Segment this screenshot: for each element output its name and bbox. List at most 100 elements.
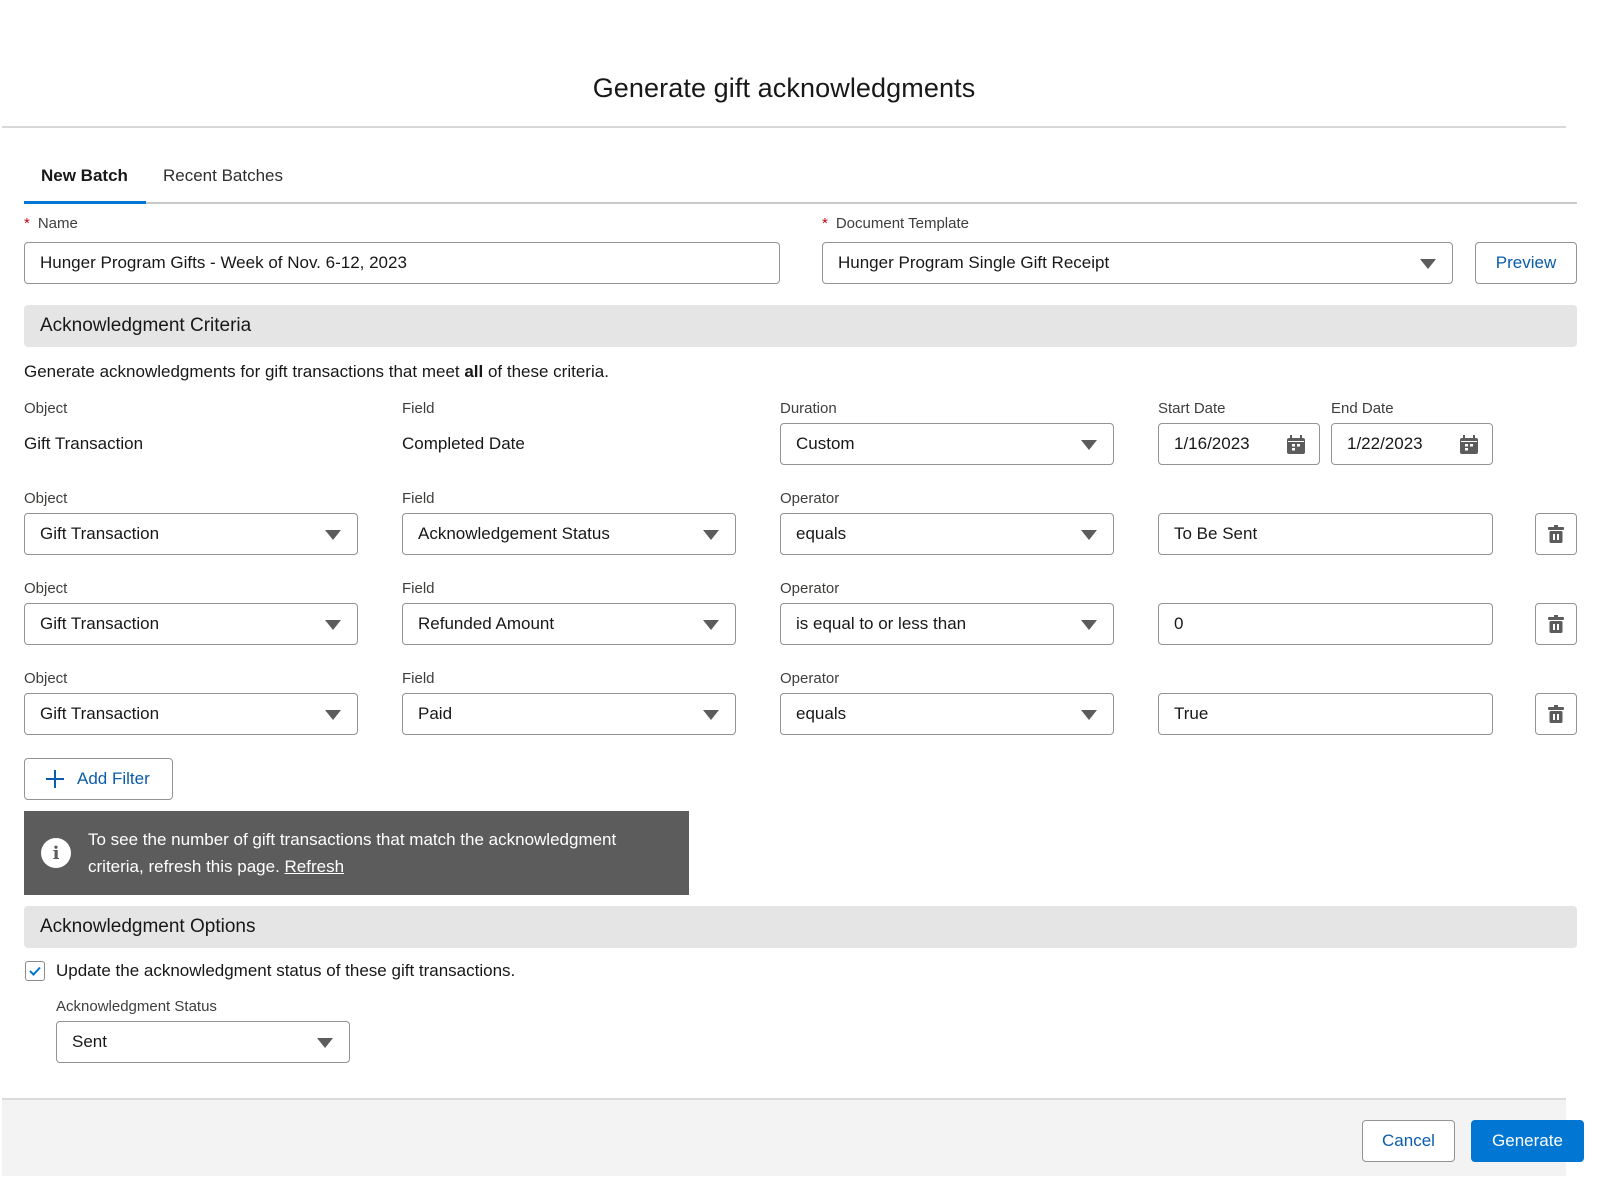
filter-object-value: Gift Transaction xyxy=(40,524,160,543)
filter-operator-select[interactable]: is equal to or less than xyxy=(780,603,1114,645)
document-template-label-text: Document Template xyxy=(835,215,969,232)
filter-object-select[interactable]: Gift Transaction xyxy=(24,513,358,555)
info-banner: i To see the number of gift transactions… xyxy=(24,811,689,895)
calendar-icon[interactable] xyxy=(1287,435,1305,454)
acknowledgment-criteria-header: Acknowledgment Criteria xyxy=(24,305,1577,347)
add-filter-label: Add Filter xyxy=(77,769,150,788)
name-input[interactable]: Hunger Program Gifts - Week of Nov. 6-12… xyxy=(24,242,780,284)
filter-operator-label: Operator xyxy=(780,670,840,687)
duration-select[interactable]: Custom xyxy=(780,423,1114,465)
plus-icon xyxy=(46,770,64,788)
filter-value: To Be Sent xyxy=(1174,524,1258,543)
active-tab-indicator xyxy=(24,201,146,204)
filter-object-label: Object xyxy=(24,670,68,687)
duration-value: Custom xyxy=(796,434,855,453)
criteria-description-post: of these criteria. xyxy=(483,362,609,381)
modal-header: Generate gift acknowledgments xyxy=(2,0,1566,128)
filter-value: 0 xyxy=(1174,614,1184,633)
required-marker: * xyxy=(24,215,30,232)
filter-value-input[interactable]: 0 xyxy=(1158,603,1493,645)
filter-operator-value: is equal to or less than xyxy=(796,614,967,633)
end-date-input[interactable]: 1/22/2023 xyxy=(1331,423,1493,465)
info-icon: i xyxy=(41,838,71,868)
end-date-value: 1/22/2023 xyxy=(1347,434,1423,453)
preview-button[interactable]: Preview xyxy=(1475,242,1577,284)
filter-operator-select[interactable]: equals xyxy=(780,693,1114,735)
start-date-label: Start Date xyxy=(1158,400,1226,417)
filter-object-select[interactable]: Gift Transaction xyxy=(24,603,358,645)
date-field-label: Field xyxy=(402,400,435,417)
refresh-link[interactable]: Refresh xyxy=(285,857,345,876)
acknowledgment-status-select[interactable]: Sent xyxy=(56,1021,350,1063)
chevron-down-icon xyxy=(1420,259,1436,269)
document-template-select[interactable]: Hunger Program Single Gift Receipt xyxy=(822,242,1453,284)
update-status-checkbox[interactable] xyxy=(25,961,45,981)
filter-object-select[interactable]: Gift Transaction xyxy=(24,693,358,735)
filter-field-label: Field xyxy=(402,670,435,687)
criteria-description: Generate acknowledgments for gift transa… xyxy=(24,362,609,382)
tab-bar: New Batch Recent Batches xyxy=(24,152,1577,204)
criteria-description-pre: Generate acknowledgments for gift transa… xyxy=(24,362,465,381)
acknowledgment-status-label: Acknowledgment Status xyxy=(56,998,217,1015)
chevron-down-icon xyxy=(325,710,341,720)
filter-value-input[interactable]: True xyxy=(1158,693,1493,735)
delete-filter-button[interactable] xyxy=(1535,603,1577,645)
document-template-label: * Document Template xyxy=(822,215,969,232)
chevron-down-icon xyxy=(317,1038,333,1048)
name-label-text: Name xyxy=(37,215,78,232)
generate-button[interactable]: Generate xyxy=(1471,1120,1584,1162)
tab-new-batch[interactable]: New Batch xyxy=(41,166,128,186)
filter-field-value: Acknowledgement Status xyxy=(418,524,610,543)
acknowledgment-options-header: Acknowledgment Options xyxy=(24,906,1577,948)
filter-field-select[interactable]: Refunded Amount xyxy=(402,603,736,645)
filter-field-value: Paid xyxy=(418,704,453,723)
modal-title: Generate gift acknowledgments xyxy=(592,73,976,103)
info-text: To see the number of gift transactions t… xyxy=(88,826,668,880)
delete-filter-button[interactable] xyxy=(1535,693,1577,735)
chevron-down-icon xyxy=(703,710,719,720)
generate-acknowledgments-modal: Generate gift acknowledgments New Batch … xyxy=(2,0,1584,1176)
chevron-down-icon xyxy=(1081,710,1097,720)
document-template-value: Hunger Program Single Gift Receipt xyxy=(838,253,1110,272)
filter-value-input[interactable]: To Be Sent xyxy=(1158,513,1493,555)
filter-field-label: Field xyxy=(402,580,435,597)
delete-filter-button[interactable] xyxy=(1535,513,1577,555)
checkmark-icon xyxy=(29,966,41,976)
criteria-description-bold: all xyxy=(464,362,484,381)
cancel-button[interactable]: Cancel xyxy=(1362,1120,1455,1162)
date-field-value: Completed Date xyxy=(402,434,525,453)
filter-object-label: Object xyxy=(24,580,68,597)
chevron-down-icon xyxy=(325,620,341,630)
filter-field-label: Field xyxy=(402,490,435,507)
date-object-value: Gift Transaction xyxy=(24,434,144,453)
filter-operator-select[interactable]: equals xyxy=(780,513,1114,555)
filter-field-value: Refunded Amount xyxy=(418,614,555,633)
chevron-down-icon xyxy=(703,620,719,630)
filter-operator-label: Operator xyxy=(780,490,840,507)
add-filter-button[interactable]: Add Filter xyxy=(24,758,173,800)
info-message: To see the number of gift transactions t… xyxy=(88,830,617,876)
duration-label: Duration xyxy=(780,400,837,417)
modal-footer: Cancel Generate xyxy=(2,1098,1584,1176)
filter-operator-value: equals xyxy=(796,704,847,723)
trash-icon xyxy=(1548,705,1564,723)
filter-field-select[interactable]: Paid xyxy=(402,693,736,735)
trash-icon xyxy=(1548,615,1564,633)
chevron-down-icon xyxy=(325,530,341,540)
date-object-label: Object xyxy=(24,400,68,417)
filter-object-value: Gift Transaction xyxy=(40,614,160,633)
calendar-icon[interactable] xyxy=(1460,435,1478,454)
filter-operator-value: equals xyxy=(796,524,847,543)
filter-field-select[interactable]: Acknowledgement Status xyxy=(402,513,736,555)
tab-recent-batches[interactable]: Recent Batches xyxy=(163,166,283,186)
start-date-value: 1/16/2023 xyxy=(1174,434,1250,453)
filter-value: True xyxy=(1174,704,1209,723)
filter-operator-label: Operator xyxy=(780,580,840,597)
filter-object-label: Object xyxy=(24,490,68,507)
start-date-input[interactable]: 1/16/2023 xyxy=(1158,423,1320,465)
acknowledgment-status-value: Sent xyxy=(72,1032,107,1051)
chevron-down-icon xyxy=(1081,440,1097,450)
trash-icon xyxy=(1548,525,1564,543)
chevron-down-icon xyxy=(703,530,719,540)
end-date-label: End Date xyxy=(1331,400,1394,417)
